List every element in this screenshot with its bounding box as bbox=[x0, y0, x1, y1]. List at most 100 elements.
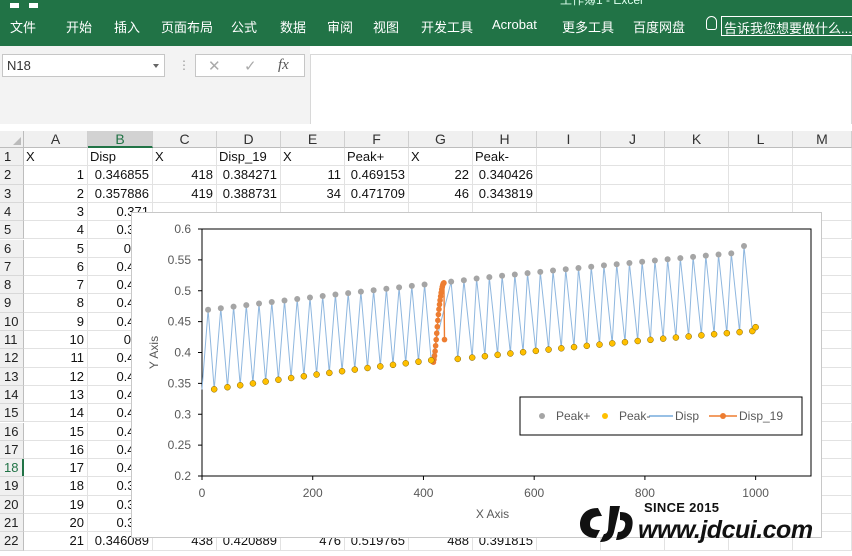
cell-h2[interactable]: 0.340426 bbox=[473, 166, 537, 185]
cell-a16[interactable]: 15 bbox=[24, 422, 88, 441]
cell-a10[interactable]: 9 bbox=[24, 312, 88, 331]
cell-c1[interactable]: X bbox=[153, 148, 217, 167]
row-header-8[interactable]: 8 bbox=[0, 276, 24, 295]
cell-a7[interactable]: 6 bbox=[24, 257, 88, 277]
row-header-12[interactable]: 12 bbox=[0, 349, 24, 368]
row-header-6[interactable]: 6 bbox=[0, 239, 24, 258]
cell-m3[interactable] bbox=[793, 184, 852, 203]
cell-c3[interactable]: 419 bbox=[153, 184, 217, 203]
row-header-1[interactable]: 1 bbox=[0, 148, 24, 167]
cell-a4[interactable]: 3 bbox=[24, 202, 88, 222]
column-header-m[interactable]: M bbox=[793, 131, 852, 148]
cell-l2[interactable] bbox=[729, 166, 793, 185]
cell-g1[interactable]: X bbox=[409, 148, 473, 167]
cell-j2[interactable] bbox=[601, 166, 665, 185]
cell-h3[interactable]: 0.343819 bbox=[473, 184, 537, 203]
row-header-17[interactable]: 17 bbox=[0, 440, 24, 460]
tab-10[interactable]: 更多工具 bbox=[562, 17, 614, 36]
column-header-g[interactable]: G bbox=[409, 131, 473, 148]
cell-f1[interactable]: Peak+ bbox=[345, 148, 409, 167]
column-header-d[interactable]: D bbox=[217, 131, 281, 148]
cell-a8[interactable]: 7 bbox=[24, 276, 88, 295]
cell-a21[interactable]: 20 bbox=[24, 514, 88, 533]
cell-f2[interactable]: 0.469153 bbox=[345, 166, 409, 185]
column-header-e[interactable]: E bbox=[281, 131, 345, 148]
tab-11[interactable]: 百度网盘 bbox=[633, 17, 685, 36]
row-header-10[interactable]: 10 bbox=[0, 312, 24, 331]
column-header-f[interactable]: F bbox=[345, 131, 409, 148]
cell-a20[interactable]: 19 bbox=[24, 495, 88, 514]
row-header-21[interactable]: 21 bbox=[0, 514, 24, 533]
row-header-7[interactable]: 7 bbox=[0, 257, 24, 277]
tab-5[interactable]: 数据 bbox=[280, 17, 306, 36]
cell-a2[interactable]: 1 bbox=[24, 166, 88, 185]
enter-button[interactable]: ✓ bbox=[244, 57, 257, 75]
row-header-13[interactable]: 13 bbox=[0, 367, 24, 386]
cell-a14[interactable]: 13 bbox=[24, 385, 88, 405]
formula-bar-splitter[interactable]: ⋮ bbox=[178, 58, 190, 74]
cell-a1[interactable]: X bbox=[24, 148, 88, 167]
cell-i3[interactable] bbox=[537, 184, 601, 203]
row-header-16[interactable]: 16 bbox=[0, 422, 24, 441]
tab-1[interactable]: 开始 bbox=[66, 17, 92, 36]
cell-a15[interactable]: 14 bbox=[24, 404, 88, 423]
cell-d2[interactable]: 0.384271 bbox=[217, 166, 281, 185]
cell-j1[interactable] bbox=[601, 148, 665, 167]
column-header-j[interactable]: J bbox=[601, 131, 665, 148]
cell-a11[interactable]: 10 bbox=[24, 331, 88, 350]
column-header-h[interactable]: H bbox=[473, 131, 537, 148]
tell-me-input[interactable]: 告诉我您想要做什么... bbox=[721, 16, 852, 36]
tab-0[interactable]: 文件 bbox=[10, 17, 36, 36]
cell-m2[interactable] bbox=[793, 166, 852, 185]
row-header-4[interactable]: 4 bbox=[0, 202, 24, 222]
cell-k1[interactable] bbox=[665, 148, 729, 167]
cell-a6[interactable]: 5 bbox=[24, 239, 88, 258]
cell-j3[interactable] bbox=[601, 184, 665, 203]
tab-8[interactable]: 开发工具 bbox=[421, 17, 473, 36]
cell-a18[interactable]: 17 bbox=[24, 459, 88, 478]
insert-function-button[interactable]: fx bbox=[278, 57, 289, 74]
cell-k2[interactable] bbox=[665, 166, 729, 185]
cell-e2[interactable]: 11 bbox=[281, 166, 345, 185]
row-header-22[interactable]: 22 bbox=[0, 532, 24, 551]
column-header-b[interactable]: B bbox=[88, 131, 153, 148]
cell-a19[interactable]: 18 bbox=[24, 477, 88, 496]
tab-4[interactable]: 公式 bbox=[231, 17, 257, 36]
cell-k3[interactable] bbox=[665, 184, 729, 203]
cell-a12[interactable]: 11 bbox=[24, 349, 88, 368]
tab-7[interactable]: 视图 bbox=[373, 17, 399, 36]
cell-g2[interactable]: 22 bbox=[409, 166, 473, 185]
cell-a5[interactable]: 4 bbox=[24, 221, 88, 240]
cancel-button[interactable]: ✕ bbox=[208, 57, 221, 75]
tab-3[interactable]: 页面布局 bbox=[161, 17, 213, 36]
row-header-14[interactable]: 14 bbox=[0, 385, 24, 405]
name-box[interactable]: N18 bbox=[2, 54, 165, 77]
cell-i1[interactable] bbox=[537, 148, 601, 167]
scatter-chart[interactable]: 0.2 0.25 0.3 0.35 0.4 0.45 0.5 0.55 0.6 0 200 400 60… bbox=[131, 212, 822, 538]
select-all-corner[interactable] bbox=[0, 131, 24, 148]
cell-m1[interactable] bbox=[793, 148, 852, 167]
cell-h1[interactable]: Peak- bbox=[473, 148, 537, 167]
cell-b2[interactable]: 0.346855 bbox=[88, 166, 153, 185]
cell-a22[interactable]: 21 bbox=[24, 532, 88, 551]
column-header-c[interactable]: C bbox=[153, 131, 217, 148]
cell-b3[interactable]: 0.357886 bbox=[88, 184, 153, 203]
column-header-l[interactable]: L bbox=[729, 131, 793, 148]
cell-d1[interactable]: Disp_19 bbox=[217, 148, 281, 167]
column-header-a[interactable]: A bbox=[24, 131, 88, 148]
row-header-19[interactable]: 19 bbox=[0, 477, 24, 496]
row-header-9[interactable]: 9 bbox=[0, 294, 24, 313]
cell-f3[interactable]: 0.471709 bbox=[345, 184, 409, 203]
row-header-2[interactable]: 2 bbox=[0, 166, 24, 185]
cell-a13[interactable]: 12 bbox=[24, 367, 88, 386]
cell-g3[interactable]: 46 bbox=[409, 184, 473, 203]
cell-l1[interactable] bbox=[729, 148, 793, 167]
quick-access-toolbar[interactable] bbox=[0, 0, 40, 8]
cell-l3[interactable] bbox=[729, 184, 793, 203]
tab-2[interactable]: 插入 bbox=[114, 17, 140, 36]
cell-c2[interactable]: 418 bbox=[153, 166, 217, 185]
column-header-i[interactable]: I bbox=[537, 131, 601, 148]
row-header-15[interactable]: 15 bbox=[0, 404, 24, 423]
row-header-20[interactable]: 20 bbox=[0, 495, 24, 514]
cell-a9[interactable]: 8 bbox=[24, 294, 88, 313]
